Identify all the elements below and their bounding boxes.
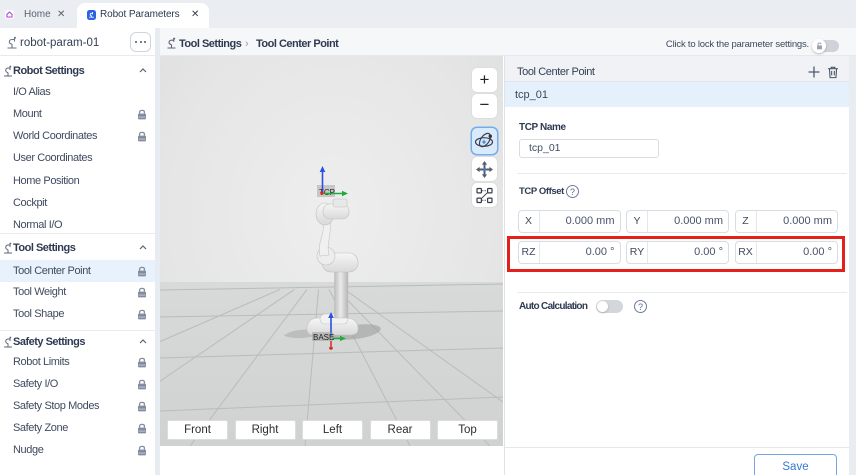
svg-text:BASE: BASE [313,333,334,342]
